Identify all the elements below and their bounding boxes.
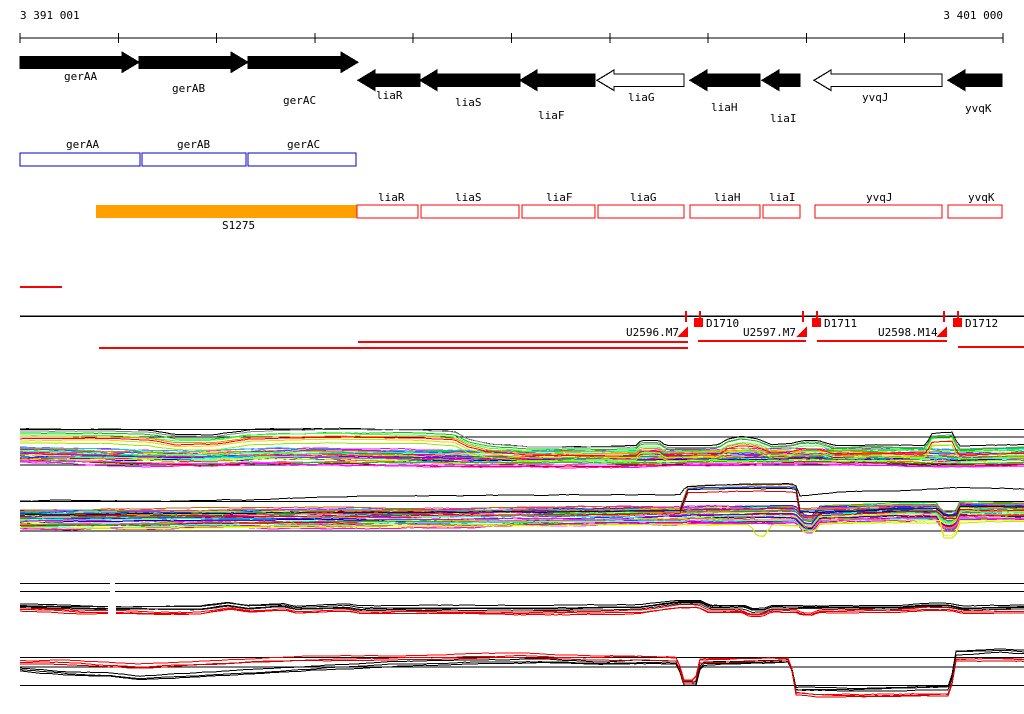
genome-browser-view: 3 391 001 3 401 000 gerAA gerAB gerAC liaR l… (0, 0, 1024, 714)
gene-label-gerAC: gerAC (283, 94, 316, 107)
gene-annotation-track: gerAA gerAB gerAC liaR liaS liaF liaG liaH liaI y… (19, 51, 1003, 125)
probe-label-U2597.M7: U2597.M7 (743, 326, 796, 339)
gene-arrow-yvqJ[interactable] (812, 68, 943, 92)
red-box-label-yvqJ: yvqJ (866, 191, 893, 204)
gene-arrow-liaS[interactable] (418, 68, 521, 92)
probe-label-U2598.M14: U2598.M14 (878, 326, 938, 339)
red-box-liaF[interactable] (521, 204, 596, 219)
red-box-label-liaH: liaH (714, 191, 741, 204)
gene-label-liaH: liaH (711, 101, 738, 114)
blue-box-gerAA[interactable] (19, 152, 141, 167)
red-box-yvqJ[interactable] (814, 204, 943, 219)
red-box-label-liaS: liaS (455, 191, 482, 204)
gene-arrow-yvqK[interactable] (946, 68, 1003, 92)
gene-label-yvqJ: yvqJ (862, 91, 889, 104)
probe-U2596.M7[interactable]: U2596.M7 (626, 326, 688, 339)
gene-label-liaF: liaF (538, 109, 565, 122)
gene-label-gerAB: gerAB (172, 82, 205, 95)
orange-segment-S1275[interactable] (96, 205, 357, 218)
blue-box-label-gerAB: gerAB (177, 138, 210, 151)
gene-label-liaS: liaS (455, 96, 482, 109)
red-box-yvqK[interactable] (947, 204, 1003, 219)
gene-arrow-gerAB[interactable] (138, 51, 249, 74)
ruler (19, 33, 1004, 43)
probe-triangle-icon (936, 326, 947, 337)
gene-arrow-liaH[interactable] (688, 68, 761, 92)
gene-label-liaI: liaI (770, 112, 797, 125)
probe-square-icon (694, 318, 703, 327)
panel-3 (19, 583, 1024, 618)
browser-canvas: gerAA gerAB gerAC liaR liaS liaF liaG liaH liaI y… (19, 33, 1024, 698)
profile-line-black (19, 648, 1024, 689)
red-box-liaG[interactable] (597, 204, 685, 219)
operon-track-blue: gerAA gerAB gerAC (19, 138, 357, 167)
profile-line-black (19, 649, 1024, 691)
gene-label-liaG: liaG (628, 91, 655, 104)
profile-line-topline (19, 483, 1024, 502)
red-box-liaH[interactable] (689, 204, 761, 219)
probe-label-D1712: D1712 (965, 317, 998, 330)
red-box-label-liaR: liaR (378, 191, 405, 204)
profile-line-upper (19, 432, 1024, 454)
probe-U2598.M14[interactable]: U2598.M14 (878, 326, 947, 339)
red-box-label-liaF: liaF (546, 191, 573, 204)
gene-arrow-gerAC[interactable] (247, 51, 359, 74)
panel-2 (19, 483, 1024, 539)
gene-label-yvqK: yvqK (965, 102, 992, 115)
red-box-liaR[interactable] (356, 204, 419, 219)
red-box-label-liaI: liaI (769, 191, 796, 204)
segment-track: S1275 liaR liaS liaF liaG liaH liaI yvqJ yvqK (96, 191, 1003, 232)
red-box-liaS[interactable] (420, 204, 520, 219)
gene-arrow-liaI[interactable] (760, 68, 801, 92)
gene-arrow-liaG[interactable] (595, 68, 685, 92)
blue-box-label-gerAA: gerAA (66, 138, 99, 151)
probe-D1711[interactable]: D1711 (812, 317, 857, 330)
probe-label-D1711: D1711 (824, 317, 857, 330)
gene-arrow-liaR[interactable] (356, 68, 421, 92)
red-box-label-liaG: liaG (630, 191, 657, 204)
probe-square-icon (953, 318, 962, 327)
red-box-liaI[interactable] (762, 204, 801, 219)
blue-box-gerAC[interactable] (247, 152, 357, 167)
probe-D1712[interactable]: D1712 (953, 317, 998, 330)
probe-label-U2596.M7: U2596.M7 (626, 326, 679, 339)
probe-label-D1710: D1710 (706, 317, 739, 330)
probe-U2597.M7[interactable]: U2597.M7 (743, 326, 807, 339)
orange-segment-label: S1275 (222, 219, 255, 232)
probe-track: U2596.M7 U2597.M7 U2598.M14 D1710 D1711 D1712 (20, 311, 1024, 349)
red-box-label-yvqK: yvqK (968, 191, 995, 204)
blue-box-gerAB[interactable] (141, 152, 247, 167)
panel-1 (19, 427, 1024, 469)
gene-label-liaR: liaR (376, 89, 403, 102)
panel-4 (19, 648, 1024, 698)
probe-square-icon (812, 318, 821, 327)
gene-label-gerAA: gerAA (64, 70, 97, 83)
probe-triangle-icon (796, 326, 807, 337)
probe-D1710[interactable]: D1710 (694, 317, 739, 330)
blue-box-label-gerAC: gerAC (287, 138, 320, 151)
gene-arrow-liaF[interactable] (518, 68, 596, 92)
